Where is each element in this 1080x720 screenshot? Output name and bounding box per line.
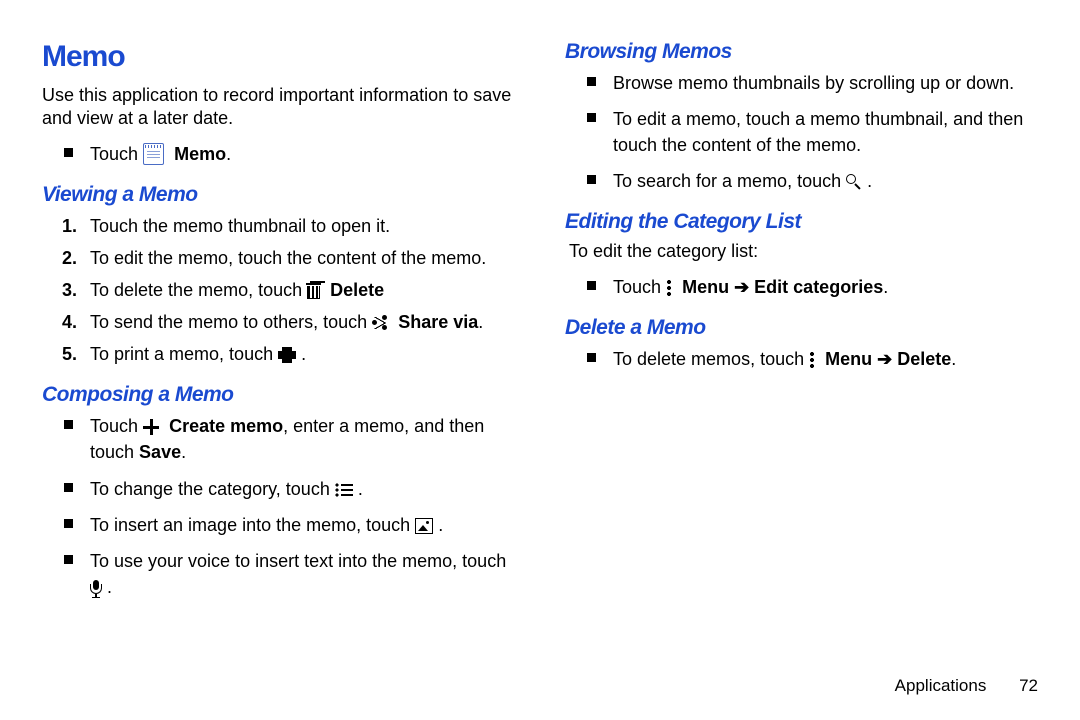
list-item: Browse memo thumbnails by scrolling up o… [613, 70, 1042, 96]
edit-categories-label: Edit categories [754, 277, 883, 297]
menu-label: Menu [820, 349, 872, 369]
list-item: To change the category, touch . [90, 476, 519, 502]
list-item: To send the memo to others, touch Share … [90, 309, 519, 335]
footer-section: Applications [895, 676, 987, 695]
list-item: To delete memos, touch Menu ➔ Delete. [613, 346, 1042, 372]
category-list-icon [335, 483, 353, 497]
intro-text: Use this application to record important… [42, 84, 519, 131]
list-item: To search for a memo, touch . [613, 168, 1042, 194]
list-item: To insert an image into the memo, touch … [90, 512, 519, 538]
touch-memo-step: Touch Memo. [90, 141, 519, 167]
arrow-icon: ➔ [872, 349, 897, 369]
columns: Memo Use this application to record impo… [42, 40, 1042, 610]
list-item: To edit the memo, touch the content of t… [90, 245, 519, 271]
list-item: Touch Create memo, enter a memo, and the… [90, 413, 519, 465]
right-column: Browsing Memos Browse memo thumbnails by… [565, 40, 1042, 610]
manual-page: Memo Use this application to record impo… [0, 0, 1080, 720]
search-icon [846, 174, 862, 190]
section-heading: Browsing Memos [565, 40, 1042, 64]
page-title: Memo [42, 40, 519, 74]
text: . [226, 144, 231, 164]
save-label: Save [139, 442, 181, 462]
notepad-icon [143, 143, 164, 165]
list-item: Touch Menu ➔ Edit categories. [613, 274, 1042, 300]
section-heading: Editing the Category List [565, 210, 1042, 234]
text: Touch [90, 144, 143, 164]
image-icon [415, 518, 433, 534]
memo-label: Memo [169, 144, 226, 164]
delete-label: Delete [325, 280, 384, 300]
create-memo-label: Create memo [164, 416, 283, 436]
page-number: 72 [1019, 676, 1038, 695]
overflow-menu-icon [666, 279, 672, 297]
section-heading: Viewing a Memo [42, 183, 519, 207]
list-item: To print a memo, touch . [90, 341, 519, 367]
overflow-menu-icon [809, 351, 815, 369]
section-heading: Delete a Memo [565, 316, 1042, 340]
section-heading: Composing a Memo [42, 383, 519, 407]
page-footer: Applications 72 [895, 676, 1038, 696]
menu-label: Menu [677, 277, 729, 297]
share-label: Share via [393, 312, 478, 332]
list-item: To delete the memo, touch Delete [90, 277, 519, 303]
plus-icon [143, 419, 159, 435]
list-item: Touch the memo thumbnail to open it. [90, 213, 519, 239]
share-icon [372, 315, 388, 331]
list-item: To use your voice to insert text into th… [90, 548, 519, 600]
left-column: Memo Use this application to record impo… [42, 40, 519, 610]
microphone-icon [90, 580, 102, 598]
print-icon [278, 347, 296, 363]
delete-label: Delete [897, 349, 951, 369]
trash-icon [307, 283, 320, 299]
editing-intro: To edit the category list: [569, 240, 1042, 263]
arrow-icon: ➔ [729, 277, 754, 297]
list-item: To edit a memo, touch a memo thumbnail, … [613, 106, 1042, 158]
